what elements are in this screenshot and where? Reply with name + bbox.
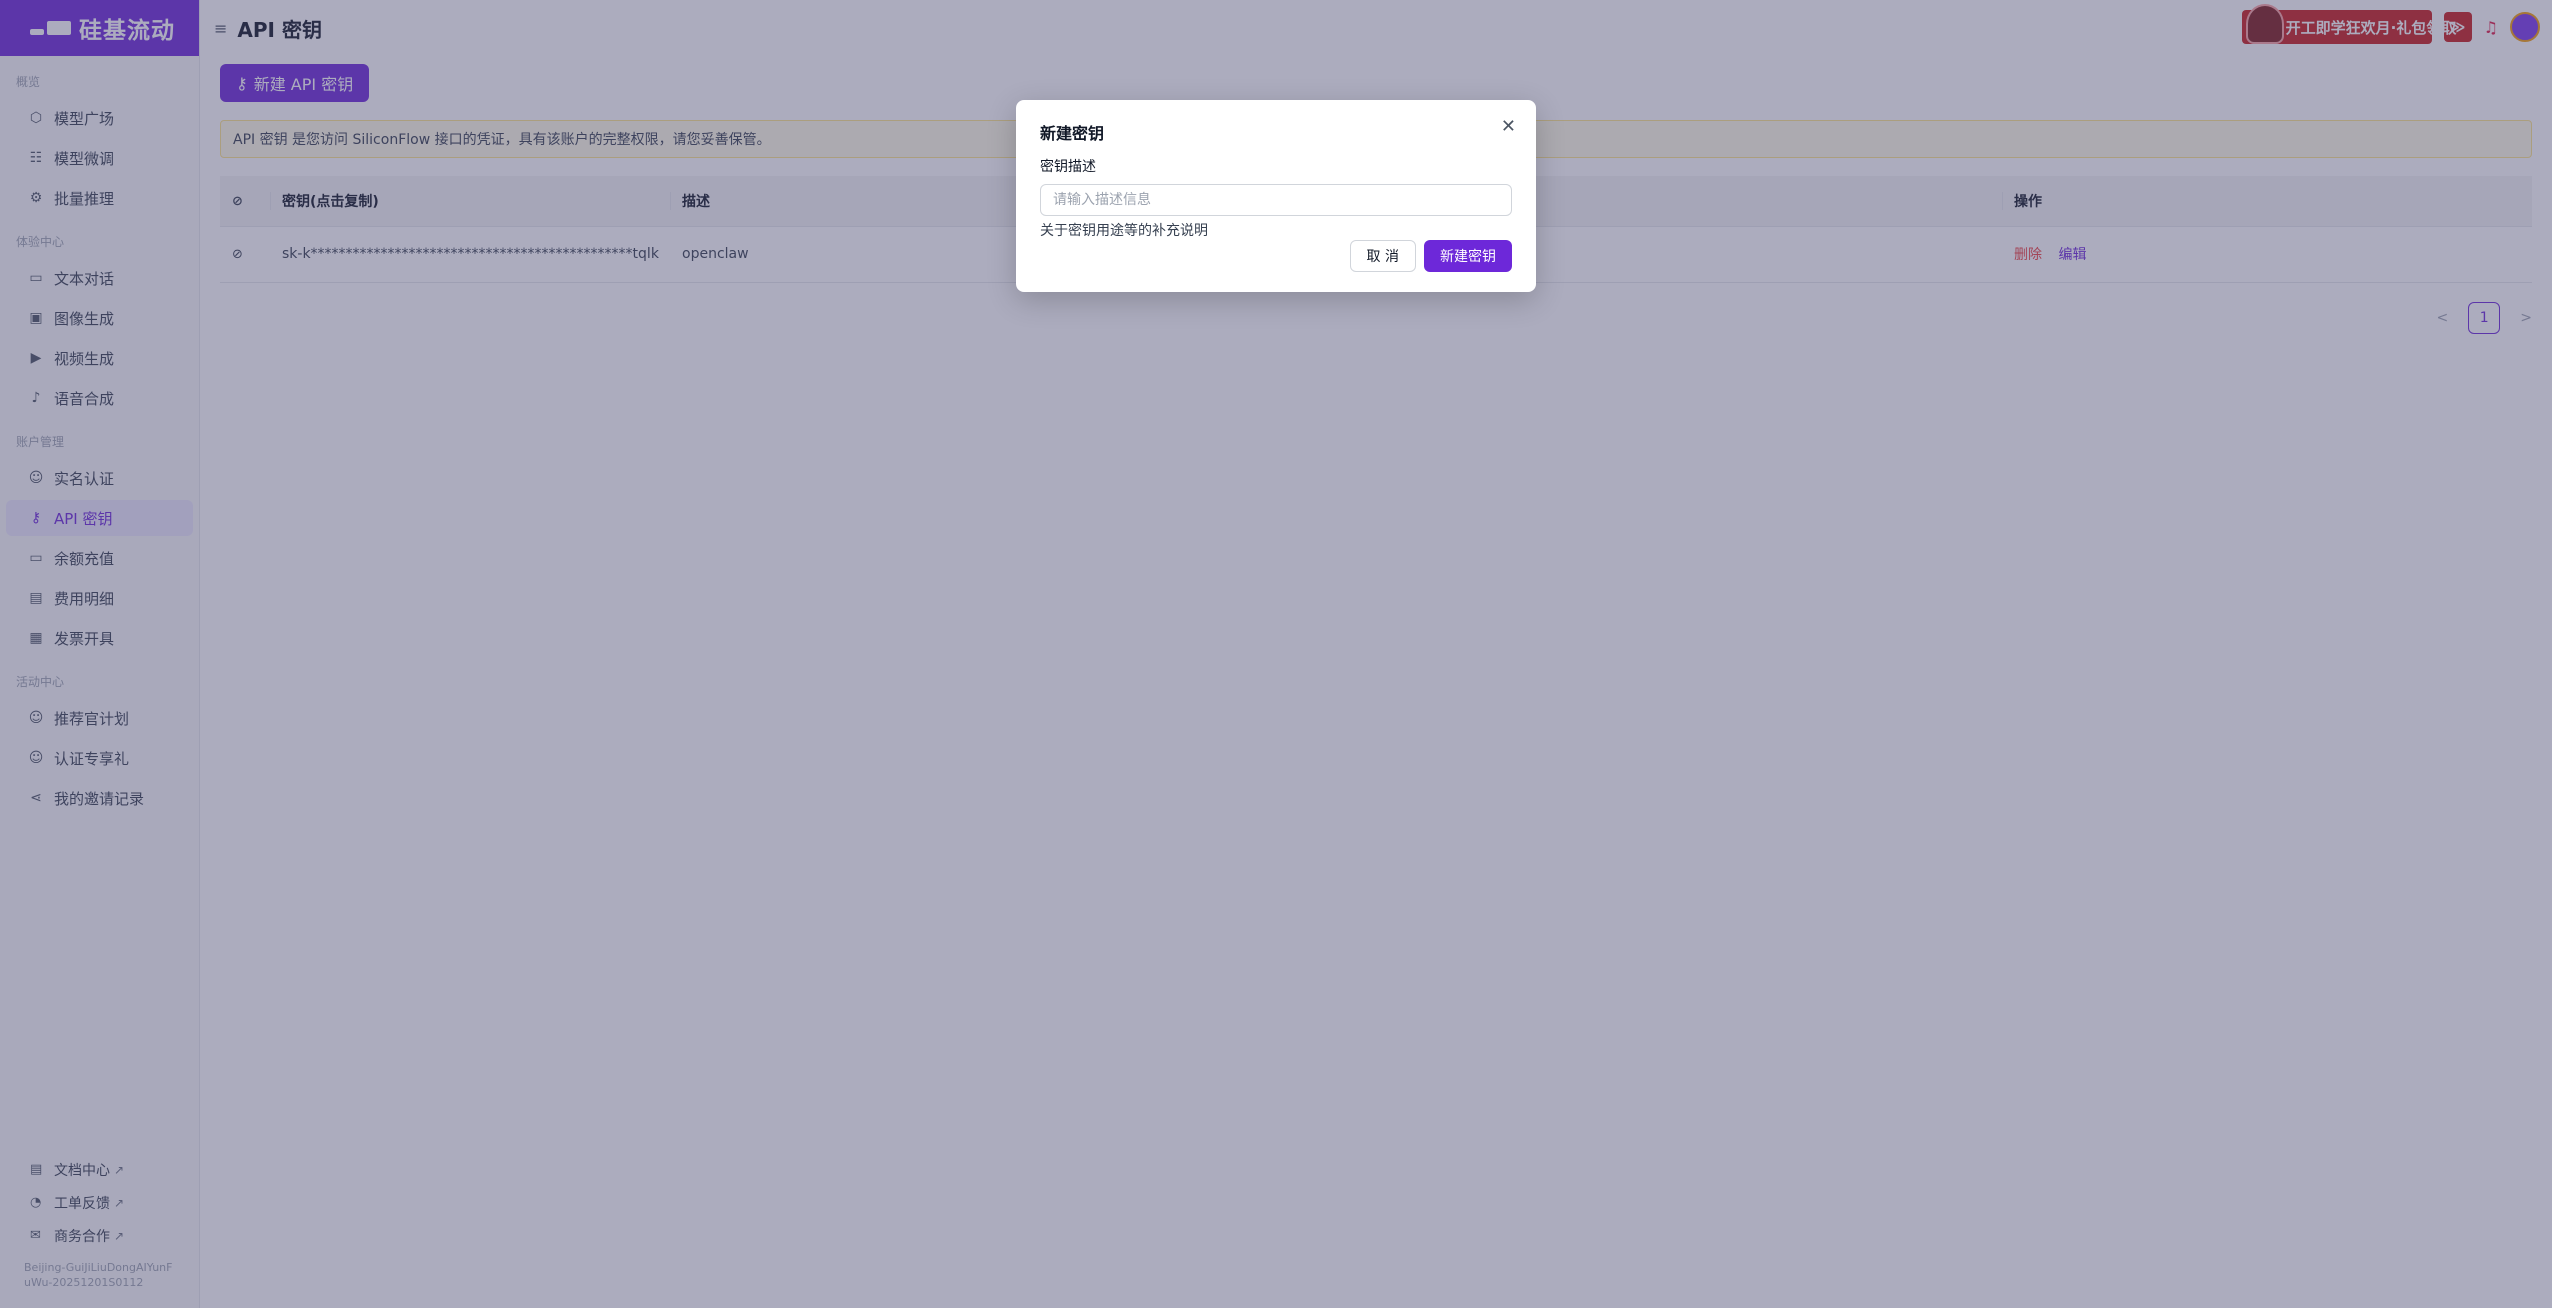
description-field-label: 密钥描述 <box>1040 159 1096 175</box>
create-key-button[interactable]: 新建密钥 <box>1424 240 1512 272</box>
close-icon[interactable]: ✕ <box>1501 116 1516 137</box>
cancel-button[interactable]: 取 消 <box>1349 240 1416 272</box>
description-input[interactable] <box>1040 184 1512 216</box>
dialog-title: 新建密钥 <box>1040 124 1105 143</box>
description-help-text: 关于密钥用途等的补充说明 <box>1040 223 1208 239</box>
new-key-dialog: 新建密钥 ✕ 密钥描述 关于密钥用途等的补充说明 取 消 新建密钥 <box>1016 100 1536 292</box>
dialog-footer: 取 消 新建密钥 <box>1349 240 1512 272</box>
